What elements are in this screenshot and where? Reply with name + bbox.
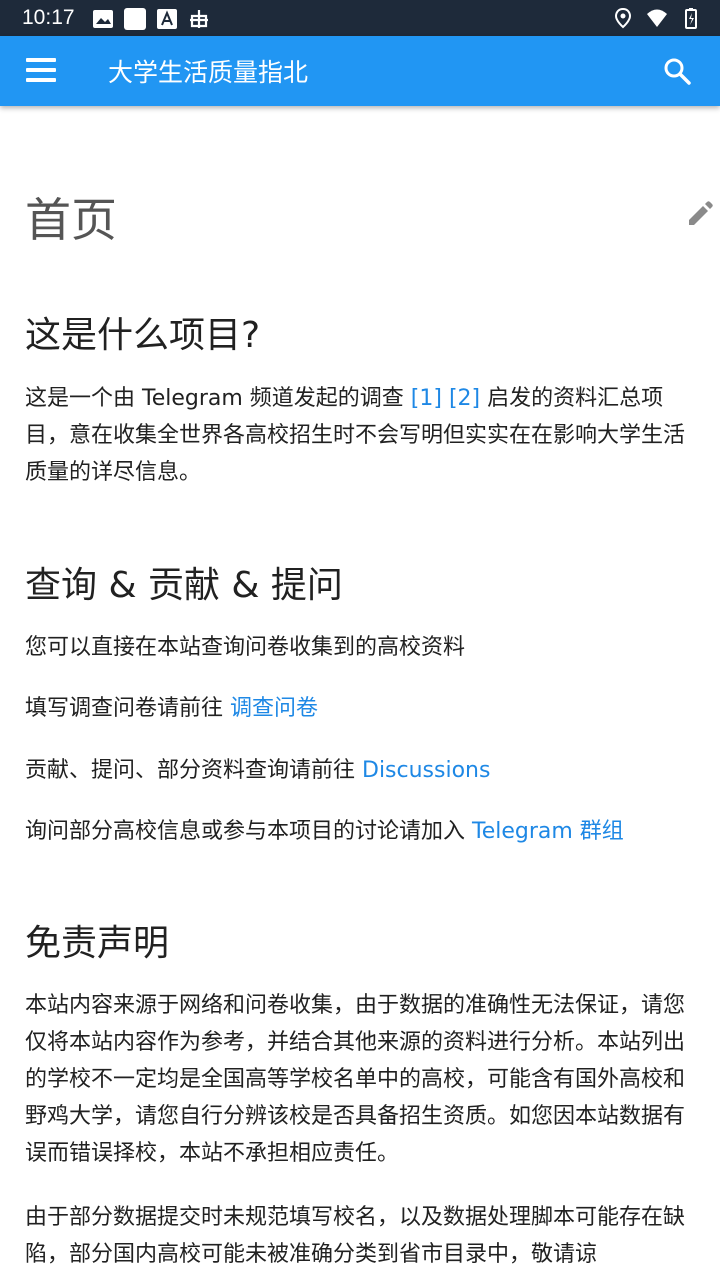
menu-icon-line <box>26 78 56 82</box>
battery-icon <box>685 8 697 29</box>
font-icon <box>157 9 177 29</box>
menu-icon-line <box>26 58 56 62</box>
query-line-2-text: 填写调查问卷请前往 <box>25 696 230 721</box>
telegram-group-link[interactable]: Telegram 群组 <box>472 819 624 844</box>
image-icon <box>93 10 113 28</box>
square-icon <box>124 8 146 30</box>
ref-link-1[interactable]: [1] <box>411 386 442 411</box>
status-bar: 10:17 <box>0 0 720 36</box>
pencil-icon[interactable] <box>684 198 716 230</box>
section-heading-disclaimer: 免责声明 <box>25 923 170 964</box>
section-heading-about: 这是什么项目? <box>25 315 261 356</box>
about-paragraph: 这是一个由 Telegram 频道发起的调查 [1] [2] 启发的资料汇总项目… <box>25 380 700 491</box>
query-line-3-text: 贡献、提问、部分资料查询请前往 <box>25 758 362 783</box>
status-icons-left <box>92 8 210 30</box>
query-line-4-text: 询问部分高校信息或参与本项目的讨论请加入 <box>25 819 472 844</box>
search-icon[interactable] <box>662 56 692 86</box>
status-time: 10:17 <box>22 6 75 29</box>
query-line-3: 贡献、提问、部分资料查询请前往 Discussions <box>25 752 700 789</box>
ref-link-2[interactable]: [2] <box>449 386 480 411</box>
query-line-4: 询问部分高校信息或参与本项目的讨论请加入 Telegram 群组 <box>25 813 700 850</box>
status-icons-right <box>612 7 702 29</box>
wifi-icon <box>647 9 667 27</box>
about-text-before: 这是一个由 Telegram 频道发起的调查 <box>25 386 411 411</box>
app-title: 大学生活质量指北 <box>108 58 309 87</box>
survey-link[interactable]: 调查问卷 <box>230 696 318 721</box>
query-line-2: 填写调查问卷请前往 调查问卷 <box>25 690 700 727</box>
bug-icon <box>190 10 208 28</box>
location-icon <box>614 7 632 29</box>
section-heading-query: 查询 & 贡献 & 提问 <box>25 565 343 606</box>
page-title: 首页 <box>25 193 117 247</box>
app-bar: 大学生活质量指北 <box>0 36 720 106</box>
menu-button[interactable] <box>26 58 58 84</box>
query-line-1: 您可以直接在本站查询问卷收集到的高校资料 <box>25 635 466 660</box>
discussions-link[interactable]: Discussions <box>362 758 490 783</box>
disclaimer-paragraph-1: 本站内容来源于网络和问卷收集，由于数据的准确性无法保证，请您仅将本站内容作为参考… <box>25 993 686 1166</box>
menu-icon-line <box>26 68 56 72</box>
disclaimer-paragraph-2: 由于部分数据提交时未规范填写校名，以及数据处理脚本可能存在缺陷，部分国内高校可能… <box>25 1205 686 1267</box>
